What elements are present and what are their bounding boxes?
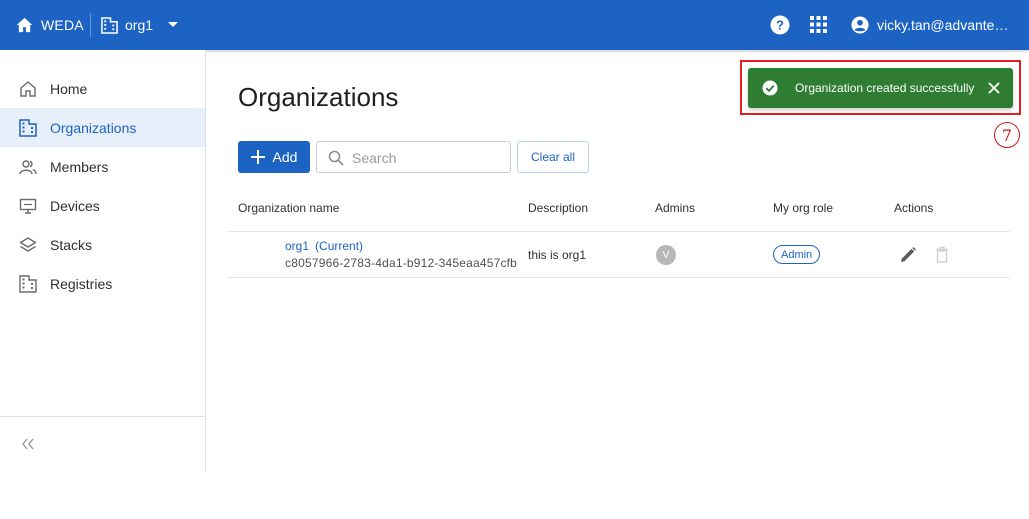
sidebar-item-label: Organizations — [50, 119, 137, 136]
sidebar-item-label: Devices — [50, 197, 100, 214]
role-badge: Admin — [773, 245, 821, 264]
add-button-label: Add — [272, 149, 298, 165]
org-switcher[interactable]: org1 — [101, 0, 179, 50]
org-name-link[interactable]: org1 (Current) — [285, 239, 363, 253]
plus-icon — [250, 150, 265, 164]
clear-all-button[interactable]: Clear all — [517, 141, 589, 173]
success-toast: Organization created successfully — [748, 68, 1013, 108]
step-number-badge: 7 — [994, 122, 1020, 148]
brand-home-link[interactable]: WEDA — [16, 0, 84, 50]
column-header-admins: Admins — [655, 201, 696, 215]
search-icon — [328, 150, 344, 166]
sidebar-item-label: Home — [50, 80, 88, 97]
toast-message: Organization created successfully — [795, 81, 975, 95]
caret-down-icon — [168, 22, 179, 27]
brand-label: WEDA — [41, 17, 84, 33]
admin-avatar: V — [656, 245, 676, 265]
column-header-my-org-role: My org role — [773, 201, 834, 215]
sidebar-item-label: Members — [50, 158, 109, 175]
sidebar-item-home[interactable]: Home — [0, 69, 205, 108]
column-header-organization-name: Organization name — [238, 201, 340, 215]
building-icon — [101, 16, 118, 34]
page-title: Organizations — [238, 82, 399, 112]
column-header-actions: Actions — [894, 201, 934, 215]
org-id: c8057966-2783-4da1-b912-345eaa457cfb — [285, 256, 518, 270]
sidebar-item-members[interactable]: Members — [0, 147, 205, 186]
devices-icon — [19, 198, 37, 214]
apps-grid-icon[interactable] — [810, 16, 827, 33]
sidebar-item-label: Stacks — [50, 236, 93, 253]
check-circle-icon — [762, 80, 778, 96]
help-icon[interactable]: ? — [770, 15, 790, 35]
sidebar-item-registries[interactable]: Registries — [0, 264, 205, 303]
svg-text:?: ? — [776, 18, 784, 33]
current-org-label: org1 — [125, 17, 154, 33]
sidebar-item-devices[interactable]: Devices — [0, 186, 205, 225]
search-input[interactable] — [352, 148, 502, 168]
close-icon[interactable] — [988, 82, 1000, 94]
search-box — [316, 141, 511, 173]
org-name: org1 — [285, 239, 310, 253]
sidebar-item-stacks[interactable]: Stacks — [0, 225, 205, 264]
home-icon — [20, 81, 36, 97]
table-header-divider — [227, 231, 1010, 232]
table-row-divider — [227, 277, 1010, 278]
org-description: this is org1 — [528, 248, 587, 262]
account-circle-icon — [851, 16, 869, 34]
home-icon — [16, 17, 33, 33]
user-email: vicky.tan@advantech.com — [877, 17, 1012, 33]
sidebar-item-label: Registries — [50, 275, 113, 292]
trash-icon[interactable] — [935, 246, 949, 263]
add-button[interactable]: Add — [238, 141, 310, 173]
sidebar-item-organizations[interactable]: Organizations — [0, 108, 205, 147]
header-divider — [90, 13, 91, 37]
registries-icon — [19, 275, 37, 293]
sidebar: Home Organizations Members Devices Stack… — [0, 50, 206, 472]
column-header-description: Description — [528, 201, 589, 215]
app-header: WEDA org1 ? vicky.tan@advantech.com — [0, 0, 1029, 50]
double-chevron-left-icon[interactable] — [19, 435, 37, 453]
stacks-icon — [19, 237, 37, 252]
edit-pencil-icon[interactable] — [899, 246, 917, 264]
current-org-tag: (Current) — [315, 239, 364, 253]
members-icon — [19, 160, 37, 175]
organizations-icon — [19, 119, 37, 137]
user-menu[interactable]: vicky.tan@advantech.com — [851, 0, 1012, 50]
sidebar-divider — [0, 416, 205, 417]
